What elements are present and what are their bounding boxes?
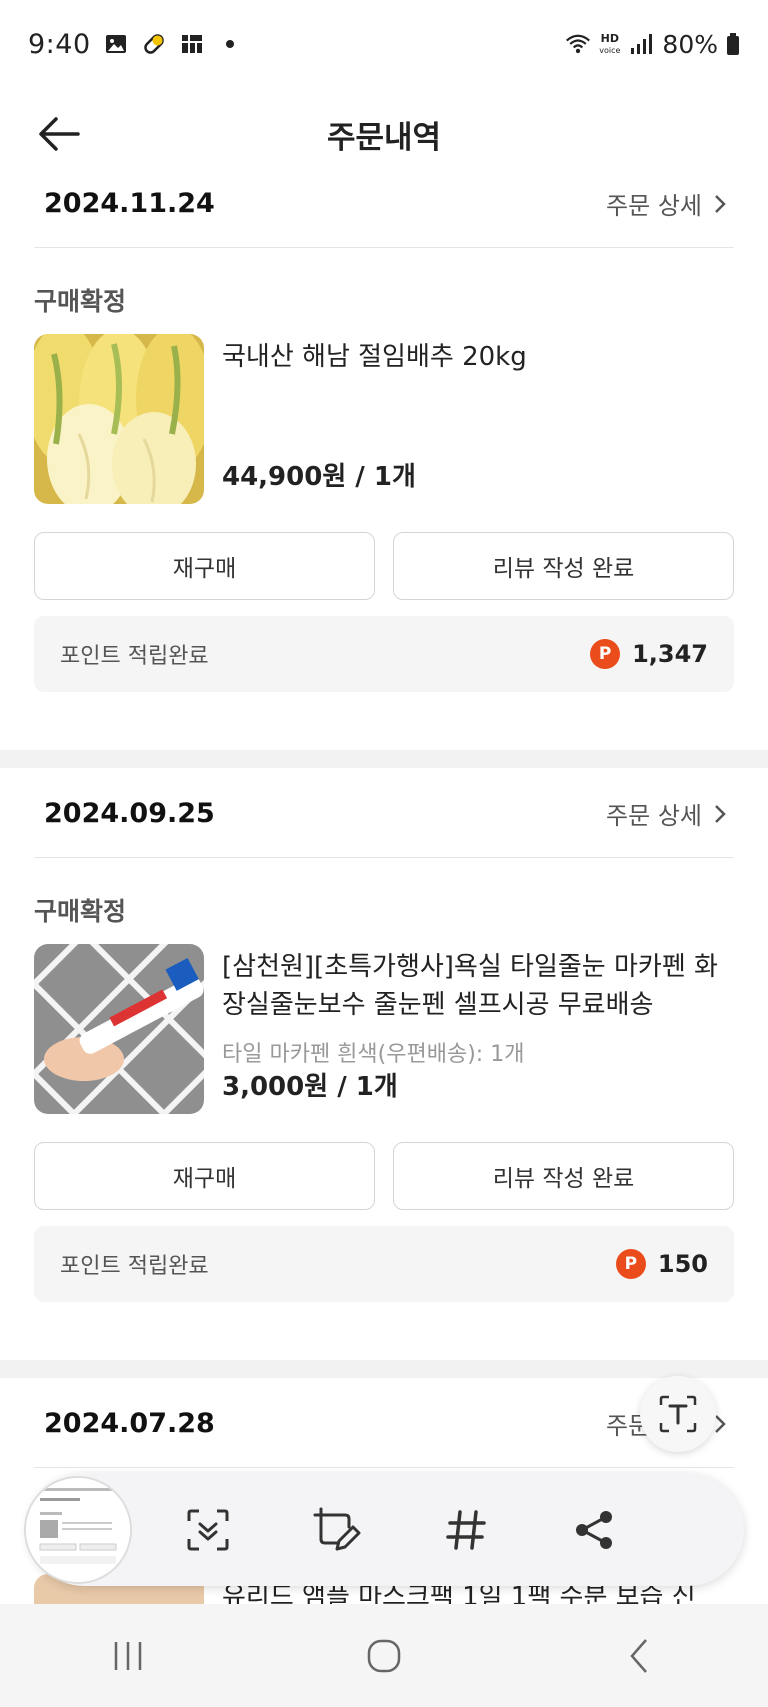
points-label: 포인트 적립완료 — [60, 1254, 209, 1279]
order-date: 2024.07.28 — [44, 1408, 215, 1439]
product-price: 44,900원 / 1개 — [222, 462, 416, 492]
cabbage-image — [34, 334, 204, 504]
status-time: 9:40 — [28, 28, 91, 60]
recent-apps-icon — [114, 1641, 142, 1670]
point-badge-icon: P — [615, 1249, 646, 1279]
edit-button[interactable] — [308, 1502, 364, 1558]
home-button[interactable] — [344, 1626, 424, 1686]
points-value: 150 — [657, 1250, 708, 1278]
order-header: 2024.07.28 주문 상세 — [34, 1380, 734, 1468]
capture-scroll-button[interactable] — [180, 1502, 236, 1558]
battery-icon — [726, 31, 740, 57]
product-name[interactable]: [삼천원][초특가행사]욕실 타일줄눈 마카펜 화장실줄눈보수 줄눈펜 셀프시공… — [222, 948, 728, 1024]
page-title: 주문내역 — [326, 119, 442, 156]
status-left: 9:40 — [28, 29, 243, 60]
order-history-screen: 9:40 HD voice 80% 주문내역 2024.11.24 주문 상세 … — [0, 0, 768, 1707]
product-image[interactable] — [34, 944, 204, 1114]
crop-edit-icon — [313, 1507, 361, 1551]
order-date: 2024.09.25 — [44, 798, 215, 829]
review-done-button[interactable]: 리뷰 작성 완료 — [393, 1142, 734, 1210]
order-status: 구매확정 — [34, 897, 127, 926]
points-box: 포인트 적립완료 P 1,347 — [34, 616, 734, 692]
recent-apps-button[interactable] — [88, 1626, 168, 1686]
product-price: 3,000원 / 1개 — [222, 1072, 398, 1102]
order-header: 2024.11.24 주문 상세 — [34, 160, 734, 248]
pill-icon — [141, 31, 167, 57]
points-label: 포인트 적립완료 — [60, 644, 209, 669]
screenshot-toolbar — [24, 1474, 744, 1586]
hashtag-button[interactable] — [438, 1502, 494, 1558]
order-card: 2024.09.25 주문 상세 구매확정 [삼천원][초특가행사]욕실 타일줄… — [0, 770, 768, 1360]
order-status: 구매확정 — [34, 287, 127, 316]
points-value: 1,347 — [632, 640, 708, 668]
arrow-left-icon — [39, 117, 80, 151]
scroll-capture-icon — [187, 1509, 229, 1551]
points-box: 포인트 적립완료 P 150 — [34, 1226, 734, 1302]
system-navigation-bar — [0, 1604, 768, 1707]
review-done-button[interactable]: 리뷰 작성 완료 — [393, 532, 734, 600]
wifi-icon — [565, 31, 591, 57]
signal-icon — [628, 31, 654, 57]
battery-percent: 80% — [662, 29, 718, 59]
section-divider — [0, 1360, 768, 1378]
share-icon — [576, 1511, 612, 1549]
rebuy-button[interactable]: 재구매 — [34, 1142, 375, 1210]
news-icon — [179, 31, 205, 57]
section-divider — [0, 750, 768, 768]
text-extract-button[interactable] — [640, 1376, 716, 1452]
order-detail-label: 주문 상세 — [606, 192, 702, 220]
text-extract-icon — [659, 1395, 697, 1433]
chevron-right-icon — [715, 194, 726, 213]
share-button[interactable] — [566, 1502, 622, 1558]
tile-marker-image — [34, 944, 204, 1114]
chevron-left-icon — [630, 1638, 647, 1673]
product-image[interactable] — [34, 334, 204, 504]
status-right: HD voice 80% — [565, 30, 740, 59]
back-button[interactable] — [36, 110, 84, 158]
order-detail-link[interactable]: 주문 상세 — [606, 796, 734, 831]
rebuy-button[interactable]: 재구매 — [34, 532, 375, 600]
chevron-right-icon — [715, 804, 726, 823]
order-card: 2024.11.24 주문 상세 구매확정 국내산 해남 절임배추 20kg 4… — [0, 160, 768, 750]
order-detail-label: 주문 상세 — [606, 802, 702, 830]
product-name[interactable]: 국내산 해남 절임배추 20kg — [222, 338, 728, 376]
status-bar: 9:40 HD voice 80% — [0, 0, 768, 88]
home-icon — [367, 1639, 401, 1672]
screenshot-thumbnail-image — [26, 1478, 130, 1582]
voice-label: voice — [599, 45, 621, 55]
point-badge-icon: P — [590, 639, 621, 669]
order-header: 2024.09.25 주문 상세 — [34, 770, 734, 858]
product-option: 타일 마카펜 흰색(우편배송): 1개 — [222, 1042, 525, 1067]
hd-voice-indicator: HD voice — [599, 33, 620, 56]
screenshot-preview[interactable] — [24, 1476, 132, 1584]
back-nav-button[interactable] — [600, 1626, 680, 1686]
notification-dot-icon — [217, 31, 243, 57]
hashtag-icon — [446, 1510, 486, 1550]
points-amount: P 150 — [615, 1249, 708, 1279]
points-amount: P 1,347 — [590, 639, 708, 669]
gallery-icon — [103, 31, 129, 57]
order-detail-link[interactable]: 주문 상세 — [606, 186, 734, 221]
hd-label: HD — [600, 31, 619, 45]
order-date: 2024.11.24 — [44, 188, 215, 219]
